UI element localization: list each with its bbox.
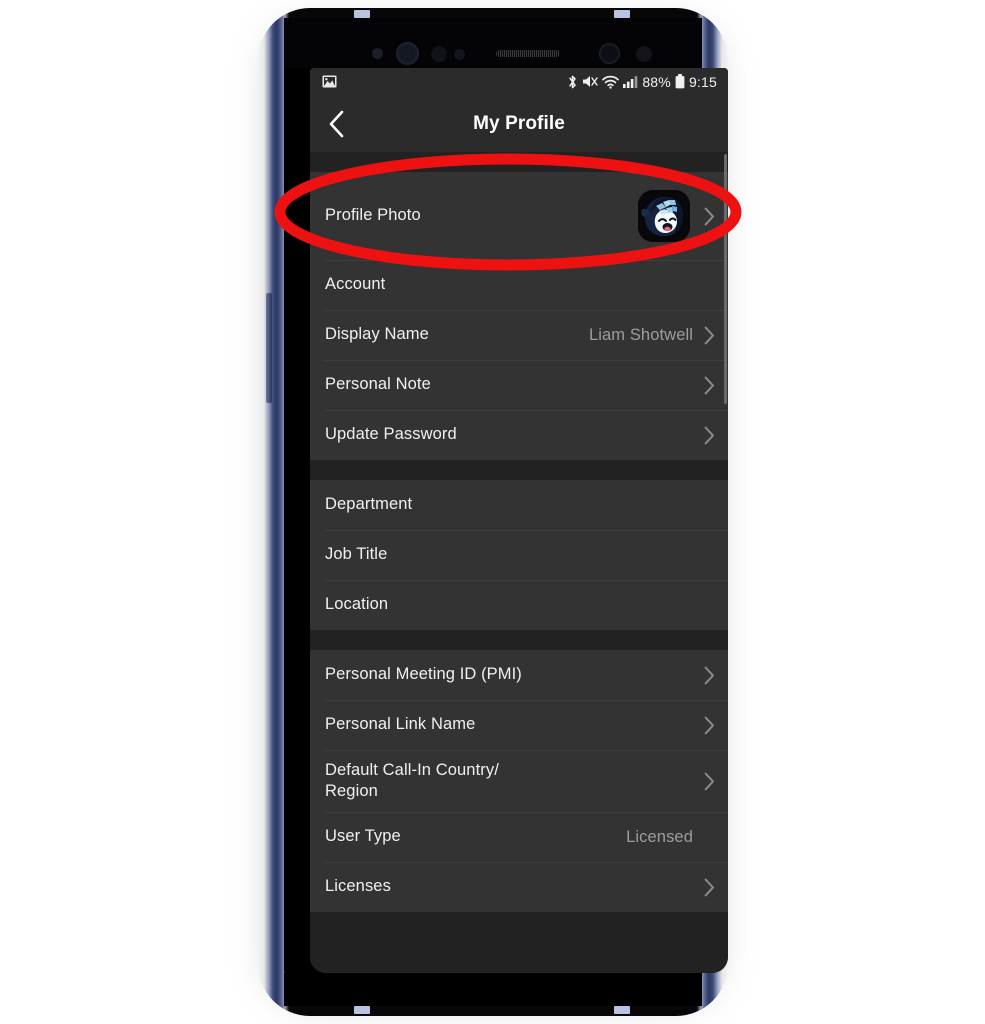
profile-avatar[interactable]	[638, 190, 690, 242]
settings-row-display-name[interactable]: Display Name Liam Shotwell	[310, 310, 728, 360]
settings-row-personal-meeting-id-pmi[interactable]: Personal Meeting ID (PMI)	[310, 650, 728, 700]
phone-top-bezel	[284, 18, 702, 68]
chevron-right-icon	[703, 207, 715, 226]
battery-full-icon	[675, 74, 685, 89]
chevron-right-icon	[703, 666, 715, 685]
page-title: My Profile	[473, 112, 565, 134]
row-value: Liam Shotwell	[588, 325, 693, 344]
earpiece-speaker-icon	[496, 50, 560, 57]
antenna-nub-bottom-left	[354, 1006, 370, 1014]
settings-row-job-title: Job Title	[310, 530, 728, 580]
proximity-sensor-icon	[372, 48, 383, 59]
wifi-icon	[602, 75, 620, 89]
secondary-sensor-icon	[636, 46, 652, 62]
row-label: User Type	[325, 827, 401, 846]
settings-row-profile-photo[interactable]: Profile Photo	[310, 172, 728, 260]
settings-section-photo-account: Profile Photo Account Display Name Liam Sh…	[310, 172, 728, 460]
bluetooth-icon	[567, 74, 578, 90]
battery-percent-label: 88%	[642, 73, 671, 90]
chevron-right-icon	[703, 326, 715, 345]
row-label: Display Name	[325, 325, 429, 344]
volume-mute-icon	[582, 74, 599, 89]
row-label: Default Call-In Country/ Region	[325, 760, 499, 800]
front-camera-icon	[599, 43, 620, 64]
phone-screen: 88% 9:15 My Profile Profile Photo Accoun…	[310, 68, 728, 973]
chevron-right-icon	[703, 878, 715, 897]
row-label: Personal Meeting ID (PMI)	[325, 665, 522, 684]
vertical-scrollbar[interactable]	[724, 154, 727, 404]
settings-row-personal-note[interactable]: Personal Note	[310, 360, 728, 410]
row-label: Profile Photo	[325, 206, 421, 225]
status-bar: 88% 9:15	[310, 68, 728, 95]
settings-row-update-password[interactable]: Update Password	[310, 410, 728, 460]
led-indicator-icon	[454, 49, 465, 60]
settings-row-location: Location	[310, 580, 728, 630]
navigation-bar: My Profile	[310, 95, 728, 152]
iris-scanner-icon	[396, 42, 419, 65]
row-label: Account	[325, 275, 386, 294]
screenshot-page: 88% 9:15 My Profile Profile Photo Accoun…	[0, 0, 985, 1024]
row-label: Job Title	[325, 545, 388, 564]
row-label: Licenses	[325, 877, 391, 896]
settings-row-personal-link-name[interactable]: Personal Link Name	[310, 700, 728, 750]
section-gap	[310, 152, 728, 172]
row-label: Department	[325, 495, 413, 514]
row-label: Personal Note	[325, 375, 431, 394]
clock-label: 9:15	[688, 73, 717, 90]
phone-glass-panel: 88% 9:15 My Profile Profile Photo Accoun…	[284, 18, 728, 1006]
status-bar-right: 88% 9:15	[567, 74, 717, 90]
antenna-nub-bottom-right	[614, 1006, 630, 1014]
chevron-right-icon	[703, 426, 715, 445]
status-bar-left	[322, 75, 337, 88]
settings-row-department: Department	[310, 480, 728, 530]
antenna-nub-top-right	[614, 10, 630, 18]
volume-button[interactable]	[266, 293, 272, 403]
chevron-right-icon	[703, 376, 715, 395]
section-gap	[310, 460, 728, 480]
settings-list[interactable]: Profile Photo Account Display Name Liam Sh…	[310, 152, 728, 973]
back-button[interactable]	[310, 95, 362, 152]
chevron-left-icon	[328, 110, 345, 138]
phone-device-frame: 88% 9:15 My Profile Profile Photo Accoun…	[258, 8, 728, 1016]
light-sensor-icon	[431, 46, 447, 62]
chevron-right-icon	[703, 772, 715, 791]
image-screenshot-icon	[322, 75, 337, 88]
row-label: Location	[325, 595, 389, 614]
section-gap	[310, 630, 728, 650]
row-label: Personal Link Name	[325, 715, 476, 734]
chevron-right-icon	[703, 716, 715, 735]
phone-bottom-bezel	[284, 973, 702, 1006]
settings-row-account: Account	[310, 260, 728, 310]
row-label: Update Password	[325, 425, 457, 444]
settings-row-licenses[interactable]: Licenses	[310, 862, 728, 912]
settings-section-org-info: Department Job Title Location	[310, 480, 728, 630]
settings-row-user-type: User Type Licensed	[310, 812, 728, 862]
cellular-signal-icon	[623, 75, 638, 88]
antenna-nub-top-left	[354, 10, 370, 18]
settings-section-meeting-info: Personal Meeting ID (PMI) Personal Link N…	[310, 650, 728, 912]
settings-row-default-call-in-country-region[interactable]: Default Call-In Country/ Region	[310, 750, 728, 812]
row-value: Licensed	[626, 827, 693, 846]
